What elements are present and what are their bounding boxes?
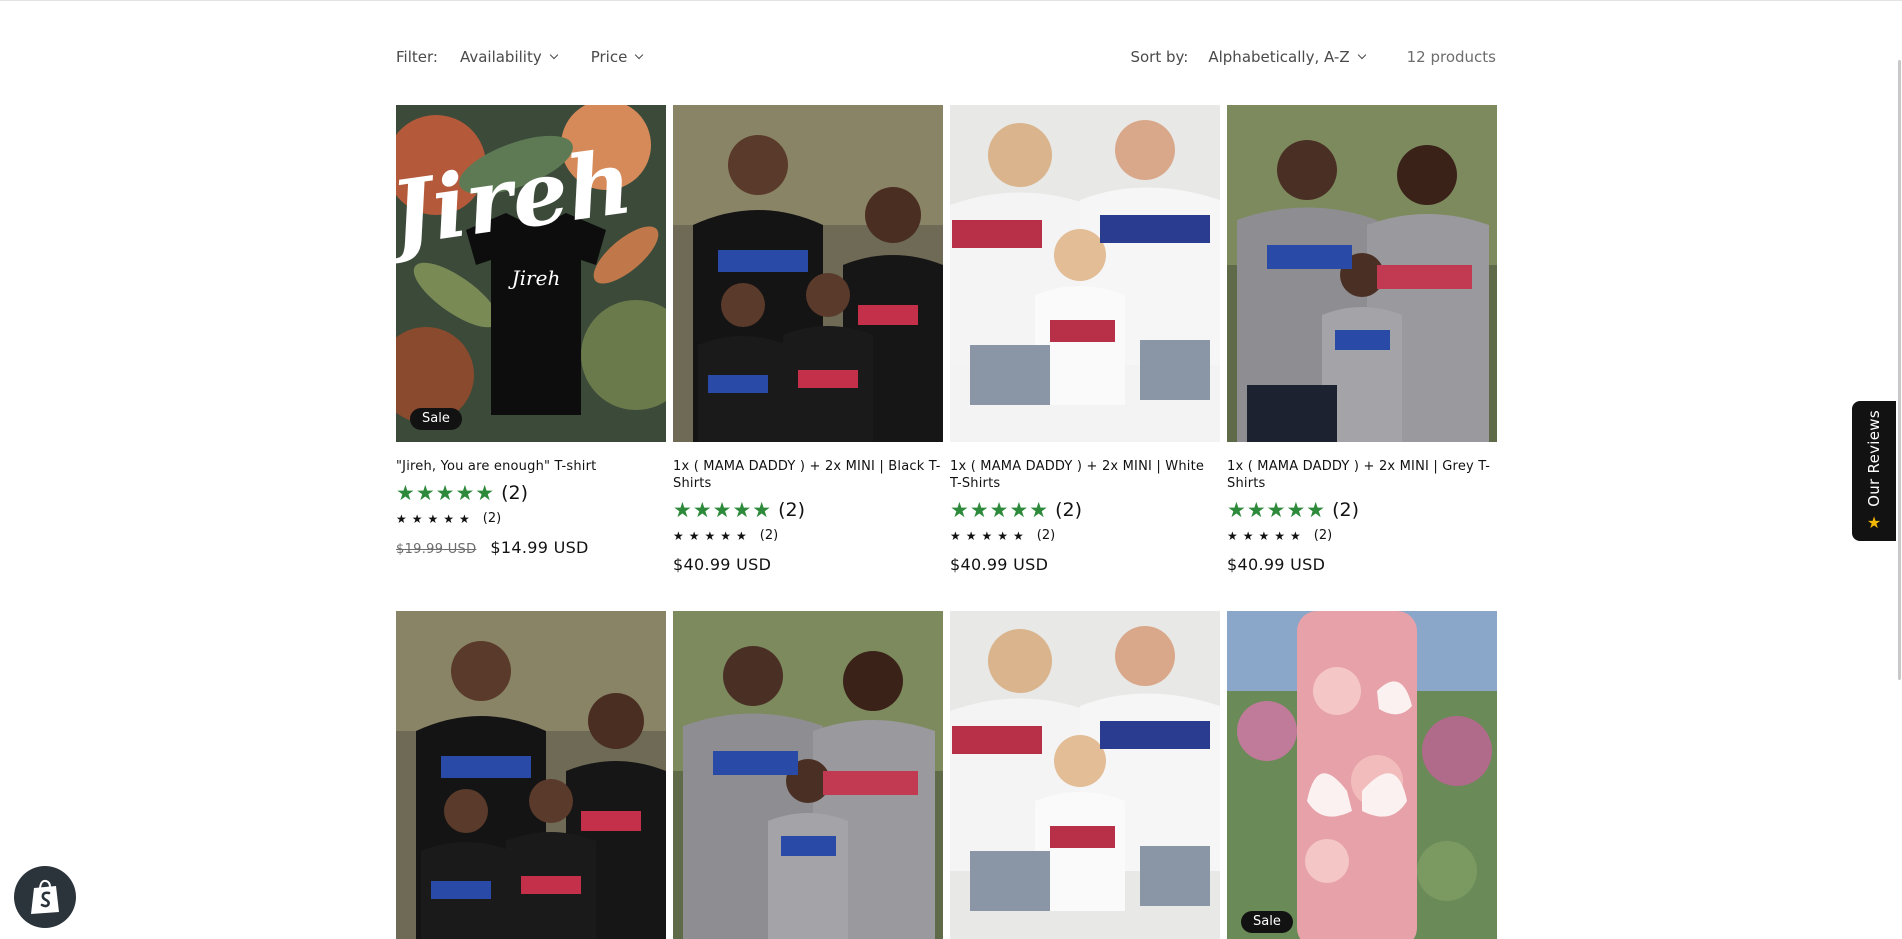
product-card[interactable]: Jireh Jireh Sale "Jireh, You are enough"… [396, 105, 666, 557]
top-divider [0, 0, 1902, 1]
family-black-tshirts-image [396, 611, 666, 939]
rating-count: (2) [1332, 499, 1360, 521]
our-reviews-label: Our Reviews [1865, 410, 1883, 507]
family-white-tshirts-image [950, 611, 1220, 939]
chevron-down-icon [635, 50, 644, 60]
product-image[interactable] [673, 105, 943, 442]
star-rating-icon: ★★★★★ [673, 498, 773, 522]
product-card[interactable]: Sale [1227, 611, 1497, 939]
sort-select[interactable]: Alphabetically, A-Z [1208, 48, 1366, 66]
chevron-down-icon [549, 50, 558, 60]
family-black-tshirts-image [673, 105, 943, 442]
product-image[interactable] [950, 105, 1220, 442]
rating-widget-small: ★★★★★ (2) [1227, 528, 1497, 543]
sale-badge: Sale [1241, 911, 1293, 933]
rating-widget[interactable]: ★★★★★ (2) [950, 498, 1220, 522]
sale-badge: Sale [410, 408, 462, 430]
product-count: 12 products [1406, 48, 1496, 66]
product-card[interactable]: 1x ( MAMA DADDY ) + 2x MINI | Grey T-Shi… [1227, 105, 1497, 574]
shopify-logo-icon [31, 879, 59, 914]
price-filter[interactable]: Price [590, 48, 644, 66]
sort-label: Sort by: [1130, 48, 1189, 66]
svg-text:Jireh: Jireh [508, 266, 561, 290]
rating-count: (2) [1313, 528, 1333, 543]
compare-at-price: $19.99 USD [396, 542, 477, 557]
facets-bar: Filter: Availability Price Sort by: Alph… [396, 48, 1496, 70]
star-rating-icon: ★★★★★ [396, 481, 496, 505]
rating-count: (2) [759, 528, 779, 543]
our-reviews-tab[interactable]: Our Reviews ★ [1852, 401, 1896, 541]
rating-widget[interactable]: ★★★★★ (2) [673, 498, 943, 522]
rating-widget-small: ★★★★★ (2) [396, 511, 666, 526]
availability-filter[interactable]: Availability [459, 48, 558, 66]
product-title[interactable]: 1x ( MAMA DADDY ) + 2x MINI | Black T-Sh… [673, 458, 943, 492]
star-icon: ★ [1866, 512, 1882, 532]
sale-price: $14.99 USD [490, 538, 589, 557]
product-image[interactable] [396, 611, 666, 939]
rating-count: (2) [501, 482, 529, 504]
family-grey-tshirts-image [673, 611, 943, 939]
page-scrollbar[interactable] [1896, 0, 1902, 939]
rating-count: (2) [1055, 499, 1083, 521]
rating-count: (2) [482, 511, 502, 526]
family-grey-tshirts-image [1227, 105, 1497, 442]
sort-value: Alphabetically, A-Z [1208, 48, 1350, 66]
rating-widget[interactable]: ★★★★★ (2) [1227, 498, 1497, 522]
filter-group: Filter: Availability Price [396, 48, 676, 66]
price: $40.99 USD [950, 555, 1220, 574]
product-image[interactable] [673, 611, 943, 939]
family-white-tshirts-image [950, 105, 1220, 442]
availability-filter-label: Availability [459, 48, 542, 66]
price: $19.99 USD $14.99 USD [396, 538, 666, 557]
product-title[interactable]: 1x ( MAMA DADDY ) + 2x MINI | Grey T-Shi… [1227, 458, 1497, 492]
shopify-bag-icon[interactable] [14, 866, 76, 928]
product-title[interactable]: "Jireh, You are enough" T-shirt [396, 458, 666, 475]
star-rating-icon: ★★★★★ [673, 528, 752, 543]
star-rating-icon: ★★★★★ [1227, 498, 1327, 522]
product-image[interactable] [1227, 105, 1497, 442]
rating-count: (2) [1036, 528, 1056, 543]
regular-price: $40.99 USD [673, 555, 772, 574]
rating-widget-small: ★★★★★ (2) [673, 528, 943, 543]
product-image[interactable]: Jireh Jireh Sale [396, 105, 666, 442]
product-card[interactable]: 1x ( MAMA DADDY ) + 2x MINI | Black T-Sh… [673, 105, 943, 574]
product-card[interactable] [673, 611, 943, 939]
jireh-tshirt-image: Jireh Jireh [396, 105, 666, 442]
star-rating-icon: ★★★★★ [950, 498, 1050, 522]
chevron-down-icon [1357, 50, 1366, 60]
sort-group: Sort by: Alphabetically, A-Z 12 products [1130, 48, 1496, 66]
rating-widget-small: ★★★★★ (2) [950, 528, 1220, 543]
price-filter-label: Price [590, 48, 628, 66]
product-card[interactable] [950, 611, 1220, 939]
regular-price: $40.99 USD [950, 555, 1049, 574]
regular-price: $40.99 USD [1227, 555, 1326, 574]
rating-count: (2) [778, 499, 806, 521]
product-title[interactable]: 1x ( MAMA DADDY ) + 2x MINI | White T-Sh… [950, 458, 1220, 492]
pink-butterfly-tumbler-image [1227, 611, 1497, 939]
product-image[interactable]: Sale [1227, 611, 1497, 939]
star-rating-icon: ★★★★★ [396, 511, 475, 526]
star-rating-icon: ★★★★★ [1227, 528, 1306, 543]
product-card[interactable]: 1x ( MAMA DADDY ) + 2x MINI | White T-Sh… [950, 105, 1220, 574]
filter-label: Filter: [396, 48, 438, 66]
price: $40.99 USD [673, 555, 943, 574]
product-card[interactable] [396, 611, 666, 939]
price: $40.99 USD [1227, 555, 1497, 574]
product-image[interactable] [950, 611, 1220, 939]
rating-widget[interactable]: ★★★★★ (2) [396, 481, 666, 505]
star-rating-icon: ★★★★★ [950, 528, 1029, 543]
scrollbar-thumb[interactable] [1898, 60, 1901, 680]
